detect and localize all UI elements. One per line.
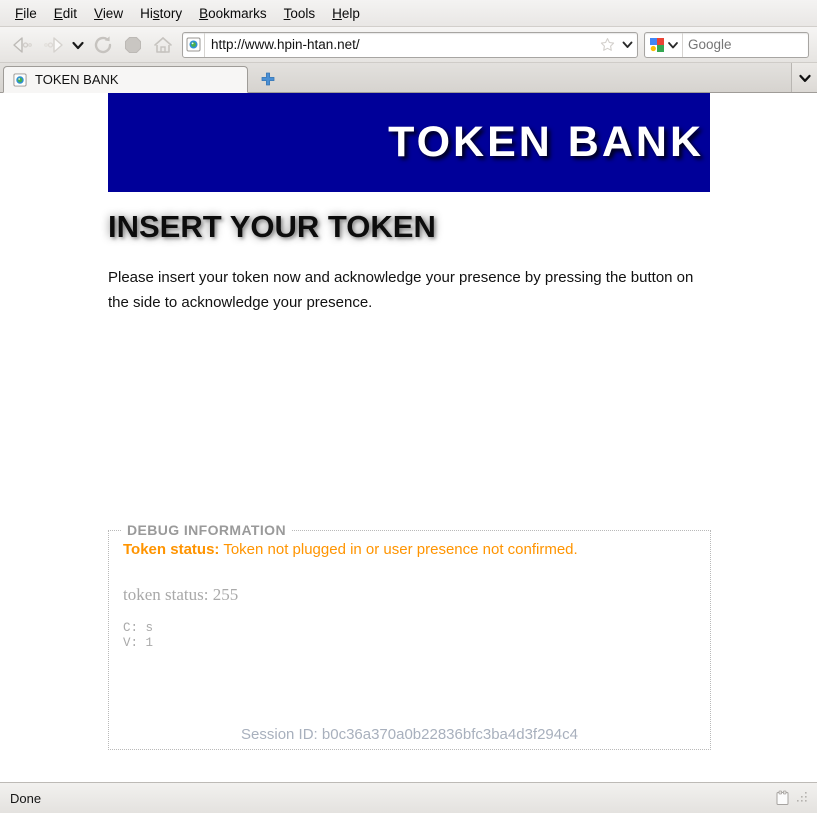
site-banner-title: TOKEN BANK (388, 118, 704, 166)
tab-bar: TOKEN BANK (0, 63, 817, 93)
token-status-message: Token not plugged in or user presence no… (223, 541, 578, 558)
menu-bar: File Edit View History Bookmarks Tools H… (0, 0, 817, 27)
address-bar[interactable] (182, 31, 638, 58)
browser-window: File Edit View History Bookmarks Tools H… (0, 0, 817, 813)
site-banner: TOKEN BANK (108, 93, 710, 192)
navigation-toolbar (0, 27, 817, 63)
token-status-raw: token status: 255 (123, 585, 239, 604)
menu-item-help[interactable]: Help (324, 4, 369, 23)
stop-icon[interactable] (118, 31, 148, 59)
back-arrow-icon[interactable] (8, 31, 38, 59)
tab-label: TOKEN BANK (35, 72, 119, 87)
page-globe-icon (183, 32, 205, 57)
menu-item-edit[interactable]: Edit (46, 4, 86, 23)
status-text: Done (10, 790, 42, 806)
page-globe-icon (12, 72, 28, 88)
search-bar[interactable] (644, 31, 809, 58)
page-content: TOKEN BANK INSERT YOUR TOKEN Please inse… (0, 93, 817, 782)
address-dropdown-icon[interactable] (617, 33, 637, 57)
menu-item-view[interactable]: View (86, 4, 132, 23)
token-status-row: Token status: Token not plugged in or us… (123, 541, 696, 558)
page-instructions: Please insert your token now and acknowl… (108, 269, 694, 311)
tab-list-icon[interactable] (791, 63, 817, 92)
star-icon[interactable] (597, 33, 617, 57)
menu-item-tools[interactable]: Tools (276, 4, 325, 23)
search-input[interactable] (683, 37, 808, 52)
home-icon[interactable] (148, 31, 178, 59)
forward-arrow-icon[interactable] (38, 31, 68, 59)
debug-panel-legend: DEBUG INFORMATION (127, 522, 286, 538)
resize-grip-icon[interactable] (795, 790, 811, 806)
debug-mono-line-v: V: 1 (123, 636, 154, 650)
menu-item-history[interactable]: History (132, 4, 191, 23)
url-input[interactable] (205, 37, 597, 52)
debug-mono-line-c: C: s (123, 621, 154, 635)
debug-mono-output: C: s V: 1 (123, 621, 696, 651)
page-title: INSERT YOUR TOKEN (108, 209, 436, 244)
debug-information-panel: DEBUG INFORMATION Token status: Token no… (108, 522, 711, 750)
history-dropdown-icon[interactable] (68, 31, 88, 59)
tab-token-bank[interactable]: TOKEN BANK (3, 66, 248, 93)
window-notes-icon[interactable] (771, 790, 793, 806)
token-status-label: Token status: (123, 541, 220, 558)
google-icon[interactable] (645, 32, 683, 57)
menu-item-bookmarks[interactable]: Bookmarks (191, 4, 276, 23)
new-tab-button[interactable] (254, 65, 282, 92)
session-id: Session ID: b0c36a370a0b22836bfc3ba4d3f2… (241, 726, 578, 743)
reload-icon[interactable] (88, 31, 118, 59)
menu-item-file[interactable]: File (7, 4, 46, 23)
status-bar: Done (0, 782, 817, 813)
